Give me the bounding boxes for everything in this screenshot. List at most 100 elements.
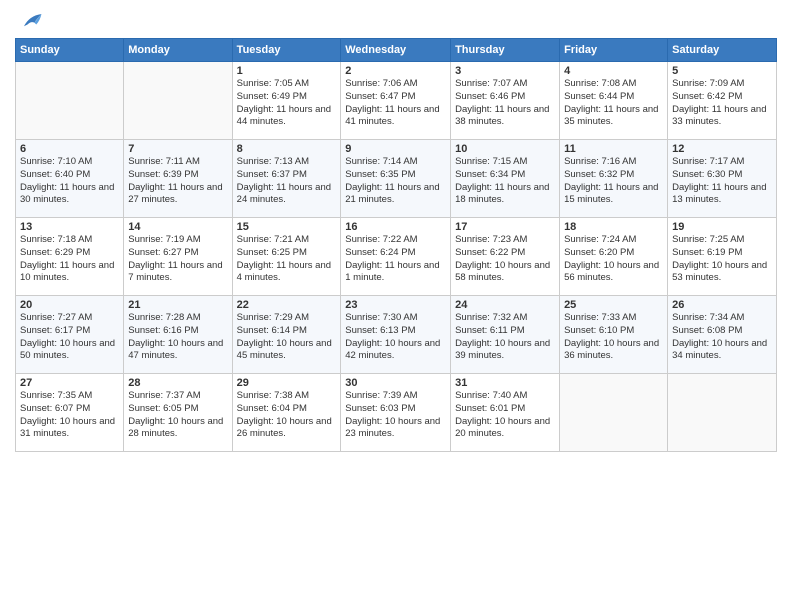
day-number: 26 [672,299,772,311]
calendar-cell: 31Sunrise: 7:40 AMSunset: 6:01 PMDayligh… [451,374,560,452]
day-info: Sunrise: 7:27 AMSunset: 6:17 PMDaylight:… [20,312,119,363]
day-number: 2 [345,65,446,77]
day-number: 23 [345,299,446,311]
day-number: 21 [128,299,227,311]
calendar-cell [560,374,668,452]
calendar-cell [124,62,232,140]
calendar-cell: 9Sunrise: 7:14 AMSunset: 6:35 PMDaylight… [341,140,451,218]
day-info: Sunrise: 7:35 AMSunset: 6:07 PMDaylight:… [20,390,119,441]
calendar-cell: 26Sunrise: 7:34 AMSunset: 6:08 PMDayligh… [668,296,777,374]
day-number: 8 [237,143,337,155]
calendar-cell: 17Sunrise: 7:23 AMSunset: 6:22 PMDayligh… [451,218,560,296]
day-number: 14 [128,221,227,233]
week-row-5: 27Sunrise: 7:35 AMSunset: 6:07 PMDayligh… [16,374,777,452]
day-info: Sunrise: 7:22 AMSunset: 6:24 PMDaylight:… [345,234,446,285]
calendar-cell: 10Sunrise: 7:15 AMSunset: 6:34 PMDayligh… [451,140,560,218]
page-header [15,10,777,32]
day-number: 3 [455,65,555,77]
calendar-cell: 8Sunrise: 7:13 AMSunset: 6:37 PMDaylight… [232,140,341,218]
day-info: Sunrise: 7:23 AMSunset: 6:22 PMDaylight:… [455,234,555,285]
day-number: 7 [128,143,227,155]
calendar-cell: 12Sunrise: 7:17 AMSunset: 6:30 PMDayligh… [668,140,777,218]
day-info: Sunrise: 7:37 AMSunset: 6:05 PMDaylight:… [128,390,227,441]
calendar-cell: 7Sunrise: 7:11 AMSunset: 6:39 PMDaylight… [124,140,232,218]
calendar-cell: 20Sunrise: 7:27 AMSunset: 6:17 PMDayligh… [16,296,124,374]
day-number: 4 [564,65,663,77]
calendar-cell: 21Sunrise: 7:28 AMSunset: 6:16 PMDayligh… [124,296,232,374]
calendar-cell: 6Sunrise: 7:10 AMSunset: 6:40 PMDaylight… [16,140,124,218]
day-number: 6 [20,143,119,155]
day-info: Sunrise: 7:40 AMSunset: 6:01 PMDaylight:… [455,390,555,441]
day-info: Sunrise: 7:07 AMSunset: 6:46 PMDaylight:… [455,78,555,129]
calendar-cell: 27Sunrise: 7:35 AMSunset: 6:07 PMDayligh… [16,374,124,452]
day-info: Sunrise: 7:24 AMSunset: 6:20 PMDaylight:… [564,234,663,285]
day-info: Sunrise: 7:33 AMSunset: 6:10 PMDaylight:… [564,312,663,363]
logo [15,10,45,32]
calendar-cell: 13Sunrise: 7:18 AMSunset: 6:29 PMDayligh… [16,218,124,296]
day-info: Sunrise: 7:17 AMSunset: 6:30 PMDaylight:… [672,156,772,207]
weekday-header-friday: Friday [560,39,668,62]
day-info: Sunrise: 7:30 AMSunset: 6:13 PMDaylight:… [345,312,446,363]
day-number: 19 [672,221,772,233]
calendar-cell: 28Sunrise: 7:37 AMSunset: 6:05 PMDayligh… [124,374,232,452]
day-number: 10 [455,143,555,155]
day-number: 9 [345,143,446,155]
day-number: 25 [564,299,663,311]
day-number: 1 [237,65,337,77]
week-row-4: 20Sunrise: 7:27 AMSunset: 6:17 PMDayligh… [16,296,777,374]
calendar-cell: 3Sunrise: 7:07 AMSunset: 6:46 PMDaylight… [451,62,560,140]
day-info: Sunrise: 7:21 AMSunset: 6:25 PMDaylight:… [237,234,337,285]
day-info: Sunrise: 7:13 AMSunset: 6:37 PMDaylight:… [237,156,337,207]
day-info: Sunrise: 7:34 AMSunset: 6:08 PMDaylight:… [672,312,772,363]
day-info: Sunrise: 7:19 AMSunset: 6:27 PMDaylight:… [128,234,227,285]
day-info: Sunrise: 7:11 AMSunset: 6:39 PMDaylight:… [128,156,227,207]
weekday-header-wednesday: Wednesday [341,39,451,62]
day-info: Sunrise: 7:25 AMSunset: 6:19 PMDaylight:… [672,234,772,285]
day-info: Sunrise: 7:05 AMSunset: 6:49 PMDaylight:… [237,78,337,129]
calendar-cell: 23Sunrise: 7:30 AMSunset: 6:13 PMDayligh… [341,296,451,374]
calendar-cell: 4Sunrise: 7:08 AMSunset: 6:44 PMDaylight… [560,62,668,140]
week-row-1: 1Sunrise: 7:05 AMSunset: 6:49 PMDaylight… [16,62,777,140]
day-info: Sunrise: 7:06 AMSunset: 6:47 PMDaylight:… [345,78,446,129]
calendar-cell: 14Sunrise: 7:19 AMSunset: 6:27 PMDayligh… [124,218,232,296]
day-number: 15 [237,221,337,233]
day-number: 16 [345,221,446,233]
weekday-header-saturday: Saturday [668,39,777,62]
day-info: Sunrise: 7:15 AMSunset: 6:34 PMDaylight:… [455,156,555,207]
day-number: 18 [564,221,663,233]
calendar-cell: 1Sunrise: 7:05 AMSunset: 6:49 PMDaylight… [232,62,341,140]
day-info: Sunrise: 7:14 AMSunset: 6:35 PMDaylight:… [345,156,446,207]
week-row-2: 6Sunrise: 7:10 AMSunset: 6:40 PMDaylight… [16,140,777,218]
calendar-cell: 16Sunrise: 7:22 AMSunset: 6:24 PMDayligh… [341,218,451,296]
day-info: Sunrise: 7:29 AMSunset: 6:14 PMDaylight:… [237,312,337,363]
calendar-cell: 19Sunrise: 7:25 AMSunset: 6:19 PMDayligh… [668,218,777,296]
weekday-header-sunday: Sunday [16,39,124,62]
page-container: SundayMondayTuesdayWednesdayThursdayFrid… [0,0,792,462]
day-info: Sunrise: 7:10 AMSunset: 6:40 PMDaylight:… [20,156,119,207]
weekday-header-row: SundayMondayTuesdayWednesdayThursdayFrid… [16,39,777,62]
calendar-table: SundayMondayTuesdayWednesdayThursdayFrid… [15,38,777,452]
day-number: 5 [672,65,772,77]
calendar-cell [668,374,777,452]
calendar-cell: 18Sunrise: 7:24 AMSunset: 6:20 PMDayligh… [560,218,668,296]
weekday-header-tuesday: Tuesday [232,39,341,62]
calendar-cell: 30Sunrise: 7:39 AMSunset: 6:03 PMDayligh… [341,374,451,452]
week-row-3: 13Sunrise: 7:18 AMSunset: 6:29 PMDayligh… [16,218,777,296]
day-number: 22 [237,299,337,311]
calendar-cell: 11Sunrise: 7:16 AMSunset: 6:32 PMDayligh… [560,140,668,218]
day-info: Sunrise: 7:32 AMSunset: 6:11 PMDaylight:… [455,312,555,363]
day-number: 20 [20,299,119,311]
day-number: 13 [20,221,119,233]
calendar-cell: 29Sunrise: 7:38 AMSunset: 6:04 PMDayligh… [232,374,341,452]
day-info: Sunrise: 7:16 AMSunset: 6:32 PMDaylight:… [564,156,663,207]
day-info: Sunrise: 7:08 AMSunset: 6:44 PMDaylight:… [564,78,663,129]
day-number: 31 [455,377,555,389]
calendar-cell: 22Sunrise: 7:29 AMSunset: 6:14 PMDayligh… [232,296,341,374]
day-info: Sunrise: 7:18 AMSunset: 6:29 PMDaylight:… [20,234,119,285]
calendar-cell: 15Sunrise: 7:21 AMSunset: 6:25 PMDayligh… [232,218,341,296]
day-info: Sunrise: 7:39 AMSunset: 6:03 PMDaylight:… [345,390,446,441]
day-number: 27 [20,377,119,389]
day-number: 29 [237,377,337,389]
day-number: 17 [455,221,555,233]
day-number: 28 [128,377,227,389]
